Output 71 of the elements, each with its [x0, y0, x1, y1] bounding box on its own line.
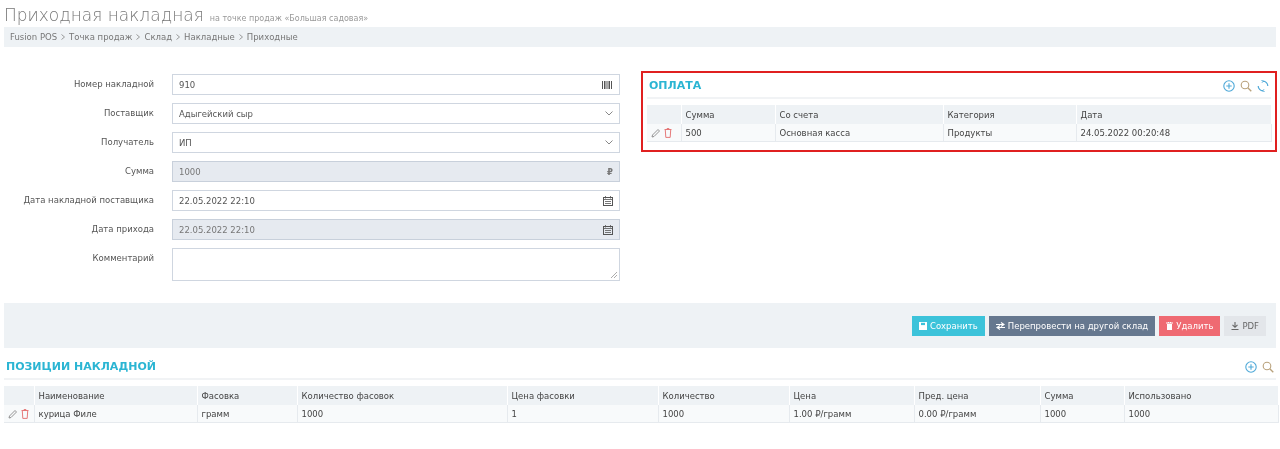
table-cell: 0.00 ₽/грамм [914, 405, 1040, 423]
dropdown[interactable]: Адыгейский сыр [172, 103, 620, 124]
add-icon[interactable] [1245, 360, 1257, 373]
table-cell: 500 [681, 124, 775, 142]
exchange-icon [995, 321, 1005, 330]
page-subtitle: на точке продаж «Большая садовая» [209, 14, 369, 23]
refresh-icon[interactable] [1257, 79, 1269, 92]
breadcrumb-link[interactable]: Приходные [246, 32, 298, 42]
ruble-sign: ₽ [607, 166, 613, 177]
column-header[interactable]: Со счета [775, 105, 943, 124]
page-title: Приходная накладная [4, 5, 204, 25]
field-label: Номер накладной [72, 78, 154, 89]
edit-icon[interactable] [651, 127, 661, 138]
search-icon[interactable] [1240, 79, 1252, 92]
column-header[interactable]: Дата [1076, 105, 1271, 124]
column-header[interactable]: Количество [658, 386, 789, 405]
input-field[interactable]: 910 [172, 74, 620, 95]
table-cell: 1000 [1124, 405, 1278, 423]
field-label: Дата накладной поставщика [22, 194, 154, 205]
table-cell: 1000 [1040, 405, 1124, 423]
breadcrumb-link[interactable]: Fusion POS [10, 32, 58, 42]
pdf-button[interactable]: PDF [1224, 315, 1266, 336]
resize-handle-icon[interactable] [611, 272, 617, 278]
section-title: ОПЛАТА [649, 79, 702, 92]
table-cell: курица Филе [34, 405, 197, 423]
chevron-icon [136, 34, 141, 40]
chevron-icon [238, 34, 243, 40]
table-cell: 1.00 ₽/грамм [789, 405, 914, 423]
table-cell: грамм [197, 405, 297, 423]
trash-icon [1166, 321, 1174, 330]
field-label: Сумма [124, 165, 154, 176]
column-header[interactable]: Пред. цена [914, 386, 1040, 405]
column-header[interactable]: Сумма [681, 105, 775, 124]
section-title: ПОЗИЦИИ НАКЛАДНОЙ [6, 360, 156, 373]
chevron-icon [605, 140, 613, 145]
column-header[interactable]: Фасовка [197, 386, 297, 405]
input-field[interactable]: 22.05.2022 22:10 [172, 190, 620, 211]
column-header[interactable]: Цена фасовки [507, 386, 658, 405]
table-cell: 1000 [658, 405, 789, 423]
barcode-icon [602, 80, 613, 89]
search-icon[interactable] [1262, 360, 1274, 373]
column-header[interactable]: Категория [943, 105, 1076, 124]
breadcrumb-link[interactable]: Точка продаж [69, 32, 133, 42]
table-cell: 1000 [297, 405, 507, 423]
floppy-icon [918, 321, 927, 330]
trash-icon[interactable] [664, 127, 672, 138]
download-icon [1231, 321, 1240, 330]
column-header[interactable]: Наименование [34, 386, 197, 405]
calendar-icon[interactable] [603, 195, 613, 206]
transfer-button[interactable]: Перепровести на другой склад [988, 315, 1156, 336]
column-header[interactable]: Количество фасовок [297, 386, 507, 405]
trash-icon[interactable] [21, 408, 29, 419]
table-cell: 1 [507, 405, 658, 423]
dropdown[interactable]: ИП [172, 132, 620, 153]
edit-icon[interactable] [8, 408, 18, 419]
chevron-icon [176, 34, 181, 40]
column-header[interactable]: Цена [789, 386, 914, 405]
table-cell: Основная касса [775, 124, 943, 142]
chevron-icon [605, 111, 613, 116]
field-label: Получатель [100, 136, 154, 147]
column-header[interactable]: Сумма [1040, 386, 1124, 405]
field-label: Комментарий [91, 252, 154, 263]
breadcrumb-link[interactable]: Накладные [184, 32, 235, 42]
field-label: Дата прихода [90, 223, 154, 234]
field-label: Поставщик [102, 107, 154, 118]
table-cell: 24.05.2022 00:20:48 [1076, 124, 1271, 142]
breadcrumb-link[interactable]: Склад [144, 32, 173, 42]
chevron-icon [61, 34, 66, 40]
add-icon[interactable] [1223, 79, 1235, 92]
column-header[interactable]: Использовано [1124, 386, 1278, 405]
table-cell: Продукты [943, 124, 1076, 142]
